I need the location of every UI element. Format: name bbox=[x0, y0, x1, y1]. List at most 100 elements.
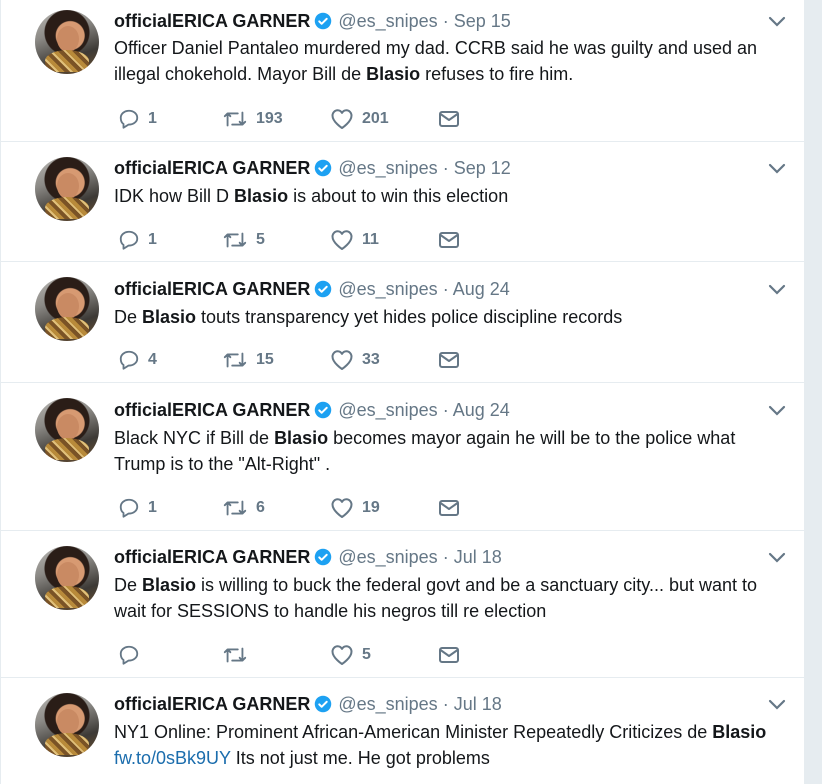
like-button[interactable]: 33 bbox=[330, 348, 380, 372]
retweet-button[interactable]: 193 bbox=[222, 107, 283, 131]
separator: · bbox=[442, 400, 449, 420]
direct-message-button[interactable] bbox=[438, 348, 460, 372]
user-handle[interactable]: @es_snipes bbox=[338, 11, 437, 31]
avatar[interactable] bbox=[35, 546, 99, 610]
tweet-link[interactable]: fw.to/0sBk9UY bbox=[114, 748, 231, 768]
tweet-actions: 5 bbox=[114, 643, 514, 667]
tweet-date[interactable]: Jul 18 bbox=[454, 694, 502, 714]
avatar[interactable] bbox=[35, 693, 99, 757]
display-name[interactable]: officialERICA GARNER bbox=[114, 547, 310, 567]
reply-count: 1 bbox=[148, 231, 157, 248]
tweet[interactable]: officialERICA GARNER @es_snipes · Aug 24 … bbox=[1, 262, 805, 383]
retweet-button[interactable]: 15 bbox=[222, 348, 274, 372]
chevron-down-icon[interactable] bbox=[767, 551, 787, 565]
tweet-actions: 1 193 201 bbox=[114, 107, 514, 131]
like-count: 19 bbox=[362, 499, 380, 516]
highlighted-term: Blasio bbox=[712, 722, 767, 742]
tweet-text: De Blasio touts transparency yet hides p… bbox=[114, 304, 794, 330]
retweet-icon bbox=[223, 232, 247, 248]
like-button[interactable]: 19 bbox=[330, 496, 380, 520]
reply-button[interactable]: 1 bbox=[118, 107, 157, 131]
reply-button[interactable]: 4 bbox=[118, 348, 157, 372]
user-handle[interactable]: @es_snipes bbox=[338, 694, 437, 714]
retweet-icon bbox=[223, 352, 247, 368]
tweet-text: Black NYC if Bill de Blasio becomes mayo… bbox=[114, 425, 794, 477]
direct-message-button[interactable] bbox=[438, 107, 460, 131]
direct-message-button[interactable] bbox=[438, 228, 460, 252]
text-segment: De bbox=[114, 307, 143, 327]
display-name[interactable]: officialERICA GARNER bbox=[114, 279, 310, 299]
text-segment: NY1 Online: Prominent African-American M… bbox=[114, 722, 713, 742]
verified-badge-icon bbox=[315, 12, 332, 30]
chevron-down-icon[interactable] bbox=[767, 283, 787, 297]
tweet-header: officialERICA GARNER @es_snipes · Sep 12 bbox=[114, 157, 511, 179]
tweet-actions: 1 5 11 bbox=[114, 228, 514, 252]
tweet[interactable]: officialERICA GARNER @es_snipes · Sep 15 … bbox=[1, 0, 805, 142]
retweet-count: 6 bbox=[256, 499, 265, 516]
tweet-date[interactable]: Aug 24 bbox=[453, 400, 510, 420]
retweet-button[interactable]: 6 bbox=[222, 496, 265, 520]
reply-icon bbox=[119, 645, 139, 665]
avatar[interactable] bbox=[35, 157, 99, 221]
like-button[interactable]: 201 bbox=[330, 107, 389, 131]
tweet-date[interactable]: Sep 12 bbox=[454, 158, 511, 178]
direct-message-button[interactable] bbox=[438, 496, 460, 520]
tweet[interactable]: officialERICA GARNER @es_snipes · Aug 24 … bbox=[1, 383, 805, 531]
user-handle[interactable]: @es_snipes bbox=[338, 158, 437, 178]
reply-button[interactable]: 1 bbox=[118, 228, 157, 252]
chevron-down-icon[interactable] bbox=[767, 404, 787, 418]
tweet-date[interactable]: Jul 18 bbox=[454, 547, 502, 567]
direct-message-icon bbox=[439, 352, 459, 368]
tweet-actions: 1 6 19 bbox=[114, 496, 514, 520]
chevron-down-icon[interactable] bbox=[767, 698, 787, 712]
like-count: 5 bbox=[362, 646, 371, 663]
reply-button[interactable]: 1 bbox=[118, 496, 157, 520]
avatar[interactable] bbox=[35, 277, 99, 341]
like-button[interactable]: 11 bbox=[330, 228, 379, 252]
tweet-text: IDK how Bill D Blasio is about to win th… bbox=[114, 183, 794, 209]
retweet-icon bbox=[223, 647, 247, 663]
tweet[interactable]: officialERICA GARNER @es_snipes · Jul 18 … bbox=[1, 531, 805, 678]
retweet-button[interactable]: 5 bbox=[222, 228, 265, 252]
avatar[interactable] bbox=[35, 398, 99, 462]
user-handle[interactable]: @es_snipes bbox=[338, 279, 437, 299]
verified-badge-icon bbox=[315, 159, 332, 177]
verified-badge-icon bbox=[315, 280, 332, 298]
display-name[interactable]: officialERICA GARNER bbox=[114, 694, 310, 714]
verified-badge-icon bbox=[315, 695, 332, 713]
tweet[interactable]: officialERICA GARNER @es_snipes · Jul 18 … bbox=[1, 678, 805, 784]
heart-icon bbox=[331, 230, 353, 250]
reply-button[interactable] bbox=[118, 643, 148, 667]
retweet-icon bbox=[223, 500, 247, 516]
tweet-text: De Blasio is willing to buck the federal… bbox=[114, 572, 794, 624]
text-segment: wait for SESSIONS to handle his negros t… bbox=[114, 601, 547, 621]
display-name[interactable]: officialERICA GARNER bbox=[114, 11, 310, 31]
text-segment: Black NYC if Bill de bbox=[114, 428, 275, 448]
user-handle[interactable]: @es_snipes bbox=[338, 547, 437, 567]
direct-message-button[interactable] bbox=[438, 643, 460, 667]
tweet-date[interactable]: Sep 15 bbox=[454, 11, 511, 31]
chevron-down-icon[interactable] bbox=[767, 162, 787, 176]
chevron-down-icon[interactable] bbox=[767, 15, 787, 29]
text-segment: IDK how Bill D bbox=[114, 186, 235, 206]
tweet[interactable]: officialERICA GARNER @es_snipes · Sep 12 … bbox=[1, 142, 805, 262]
tweet-text: Officer Daniel Pantaleo murdered my dad.… bbox=[114, 35, 794, 87]
heart-icon bbox=[331, 645, 353, 665]
like-button[interactable]: 5 bbox=[330, 643, 371, 667]
text-segment: Trump is to the "Alt-Right" . bbox=[114, 454, 331, 474]
display-name[interactable]: officialERICA GARNER bbox=[114, 400, 310, 420]
retweet-button[interactable] bbox=[222, 643, 256, 667]
reply-icon bbox=[119, 109, 139, 129]
tweet-actions: 4 15 33 bbox=[114, 348, 514, 372]
separator: · bbox=[442, 11, 449, 31]
display-name[interactable]: officialERICA GARNER bbox=[114, 158, 310, 178]
reply-icon bbox=[119, 498, 139, 518]
highlighted-term: Blasio bbox=[366, 64, 421, 84]
avatar[interactable] bbox=[35, 10, 99, 74]
text-segment: Officer Daniel Pantaleo murdered my dad.… bbox=[114, 38, 758, 58]
tweet-date[interactable]: Aug 24 bbox=[453, 279, 510, 299]
heart-icon bbox=[331, 109, 353, 129]
user-handle[interactable]: @es_snipes bbox=[338, 400, 437, 420]
heart-icon bbox=[331, 498, 353, 518]
reply-count: 4 bbox=[148, 351, 157, 368]
